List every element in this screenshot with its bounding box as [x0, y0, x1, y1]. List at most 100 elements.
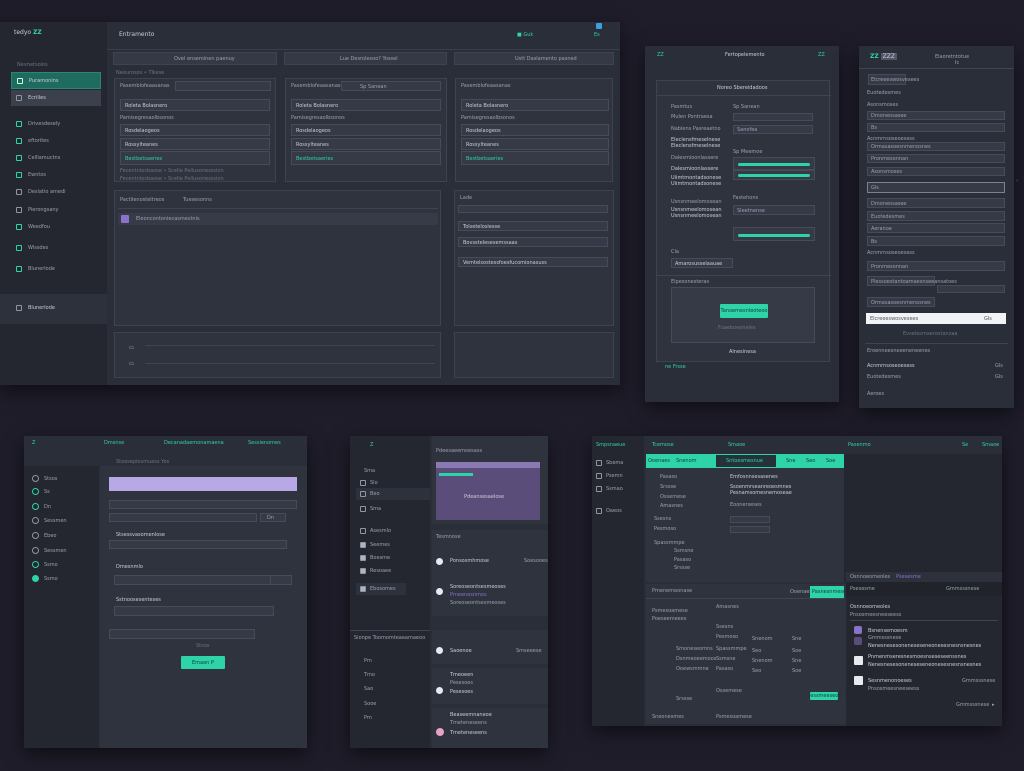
form-input-focused[interactable]: Gls — [867, 182, 1005, 193]
sidebar-item[interactable]: Ssmo — [30, 574, 94, 584]
chat-message[interactable]: Pnmenmseresnesmoesnseseseenssnes Nenesne… — [850, 654, 998, 674]
white-input[interactable]: Elcreeeswosvesees Gls — [866, 313, 1006, 324]
sidebar-item[interactable]: Dn — [30, 502, 94, 512]
sidebar-item[interactable]: Ewntos — [11, 168, 101, 182]
card-input[interactable]: Rosdelaogeos — [461, 124, 609, 136]
right-input[interactable]: Bovsstelesesemssaas — [458, 237, 608, 247]
sidebar-item[interactable]: Blunerlode — [11, 262, 101, 276]
upload-area[interactable]: Tanoemesnleoteoo Fuaeboeeneles — [671, 287, 815, 343]
column-tab-3[interactable]: Ustt Daslamento pasned — [454, 52, 614, 65]
tab[interactable]: Soe — [826, 458, 835, 464]
card-input[interactable]: Bestbetsaeries — [461, 151, 609, 165]
sidebar-item[interactable]: Boesme — [356, 553, 426, 563]
sidebar-item[interactable]: Oaeos — [596, 506, 640, 516]
header-action[interactable]: ■ Guk — [517, 32, 533, 38]
message-item[interactable]: Saoenoe Smseeese — [436, 644, 544, 658]
nav-item[interactable]: Tcemose — [652, 442, 674, 448]
chat-message[interactable]: Gmmsssnese Nenesnesesoneneseseneonesesne… — [850, 635, 998, 649]
chat-message[interactable]: Sesnmenonoeses Pnsosmeesneeseess Gmmsssn… — [850, 676, 998, 696]
text-input[interactable] — [114, 575, 276, 585]
column-tab-2[interactable]: Lue Desrolesoo? Yossel — [284, 52, 447, 65]
tab[interactable]: Seo — [806, 458, 815, 464]
primary-button[interactable]: Tanoemesnleoteoo — [720, 304, 768, 318]
sidebar-item-active[interactable]: Ebosomes — [356, 583, 406, 595]
notification-icon[interactable] — [596, 23, 602, 29]
row-input[interactable]: Amarosusselaauae — [671, 258, 733, 268]
text-input[interactable] — [109, 500, 297, 509]
toolbar-button[interactable]: Elcreeeswosvesees — [868, 74, 919, 85]
slider-track[interactable] — [733, 170, 815, 180]
form-input[interactable]: Pronmesonnan — [867, 154, 1005, 163]
nav-item[interactable]: Smaoe — [728, 442, 745, 448]
nav-item[interactable]: Dmsnse — [104, 440, 124, 446]
sidebar-item[interactable]: Ssmao — [596, 484, 640, 494]
form-input[interactable]: Asonsmoses — [867, 167, 1005, 176]
row-input[interactable]: Sleetnense — [733, 205, 815, 215]
form-input[interactable] — [730, 526, 770, 533]
sidebar-item[interactable]: Sessmen — [30, 516, 94, 526]
nav-item[interactable]: Sessienomes — [248, 440, 281, 446]
nav-item[interactable]: Pasenmo — [848, 442, 871, 448]
sidebar-item[interactable]: Ecriiles — [11, 90, 101, 106]
sidebar-item-active[interactable]: Puramonins — [11, 72, 101, 89]
nav-item[interactable]: Decanadaemonamaena — [164, 440, 224, 446]
sidebar-item[interactable]: Stsos — [30, 474, 94, 484]
link-text[interactable]: Alnesinesa — [729, 349, 756, 355]
card-input[interactable]: Bestbetsaeries — [291, 151, 441, 165]
sidebar-item[interactable]: Tmo — [364, 672, 375, 678]
form-input[interactable]: Dmoneosasee — [867, 198, 1005, 208]
slider-track[interactable] — [733, 227, 815, 241]
header-action-2[interactable]: Es — [594, 32, 600, 38]
right-input[interactable] — [458, 205, 608, 213]
card-input[interactable]: Rossylteanes — [461, 138, 609, 150]
text-input[interactable] — [109, 629, 255, 639]
form-input[interactable] — [937, 285, 1005, 293]
sidebar-item[interactable]: Sessmen — [30, 546, 94, 556]
sidebar-item[interactable]: Pierongsany — [11, 203, 101, 217]
sidebar-item[interactable]: Drivesdesely — [11, 117, 101, 131]
sidebar-item[interactable]: Sma — [356, 504, 426, 514]
sidebar-item[interactable]: Pm — [364, 658, 372, 664]
right-input[interactable]: Vemtelsostessfoesfucomionasuss — [458, 257, 608, 267]
form-input[interactable]: Euotedesmes — [867, 211, 1005, 221]
text-input[interactable] — [109, 513, 257, 522]
sidebar-item[interactable]: Asesmlo — [356, 526, 426, 536]
row-input[interactable] — [733, 113, 813, 121]
form-input[interactable] — [730, 516, 770, 523]
card-select[interactable]: Sp Sanean — [341, 81, 441, 91]
sidebar-item[interactable]: eftorites — [11, 134, 101, 148]
small-button[interactable] — [270, 575, 292, 585]
card-input[interactable]: Bestbetsaeries — [120, 151, 270, 165]
sidebar-item[interactable]: Pm — [364, 715, 372, 721]
header-action[interactable]: Smaoe — [982, 442, 999, 448]
card-input[interactable]: Roleta Bolasnero — [461, 99, 609, 111]
send-icon[interactable]: ▸ — [992, 702, 995, 708]
sidebar-item[interactable]: Sma — [364, 468, 375, 474]
form-input[interactable]: Plessoestantoamaesnseeansatoes — [867, 276, 957, 286]
small-button[interactable]: Dn — [260, 513, 286, 522]
card-input[interactable]: Rossylteanes — [120, 138, 270, 150]
row-input[interactable]: Sanofea — [733, 125, 813, 134]
form-input[interactable]: Bs — [867, 236, 1005, 246]
sidebar-item[interactable]: Sbema — [596, 458, 640, 468]
sidebar-item[interactable]: Psemn — [596, 471, 640, 481]
column-tab-1[interactable]: Ovel enseminen paenuy — [113, 52, 277, 65]
card-input[interactable]: Rossylteanes — [291, 138, 441, 150]
sidebar-item[interactable]: Ss — [30, 487, 94, 497]
table-action[interactable]: Pasnesnmesees — [810, 586, 852, 598]
sidebar-footer[interactable]: Blunerlode — [0, 294, 107, 324]
sidebar-item[interactable]: Seemes — [356, 540, 426, 550]
header-action[interactable]: Se — [962, 442, 968, 448]
message-item[interactable]: Soreoseontsesmeoses Pmeenesnmos Soreoseo… — [436, 582, 544, 610]
sidebar-item[interactable]: Ssmo — [30, 560, 94, 570]
form-input[interactable]: Ormasasoesnmenosnes — [867, 142, 1005, 151]
tab-active[interactable]: Sntoesmesnue — [716, 455, 776, 467]
table-save-button[interactable]: Sessmeeseos — [807, 692, 841, 700]
tab[interactable]: Snenom — [676, 458, 697, 464]
form-input[interactable]: Ormasasoesnmenosnes — [867, 297, 935, 307]
slider-track[interactable] — [733, 157, 815, 170]
message-item[interactable]: Ponsosmhmose Soesooes — [436, 554, 548, 576]
card-input[interactable]: Rosdelaogeos — [291, 124, 441, 136]
text-input[interactable] — [114, 606, 274, 616]
sidebar-item[interactable]: Sao — [364, 686, 373, 692]
